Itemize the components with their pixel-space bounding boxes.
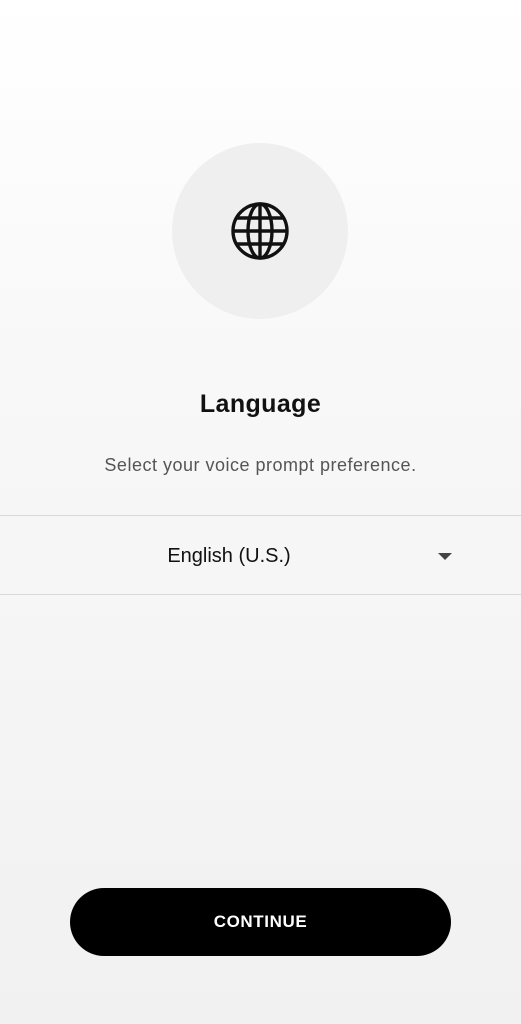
caret-down-icon: [438, 553, 452, 560]
language-screen: Language Select your voice prompt prefer…: [0, 0, 521, 1024]
language-dropdown-value: English (U.S.): [167, 545, 291, 567]
page-title: Language: [199, 390, 322, 418]
globe-icon: [231, 202, 289, 260]
language-dropdown[interactable]: English (U.S.): [0, 515, 521, 595]
page-subtitle: Select your voice prompt preference.: [104, 455, 417, 475]
continue-button[interactable]: CONTINUE: [70, 888, 451, 956]
globe-icon-container: [172, 143, 348, 319]
